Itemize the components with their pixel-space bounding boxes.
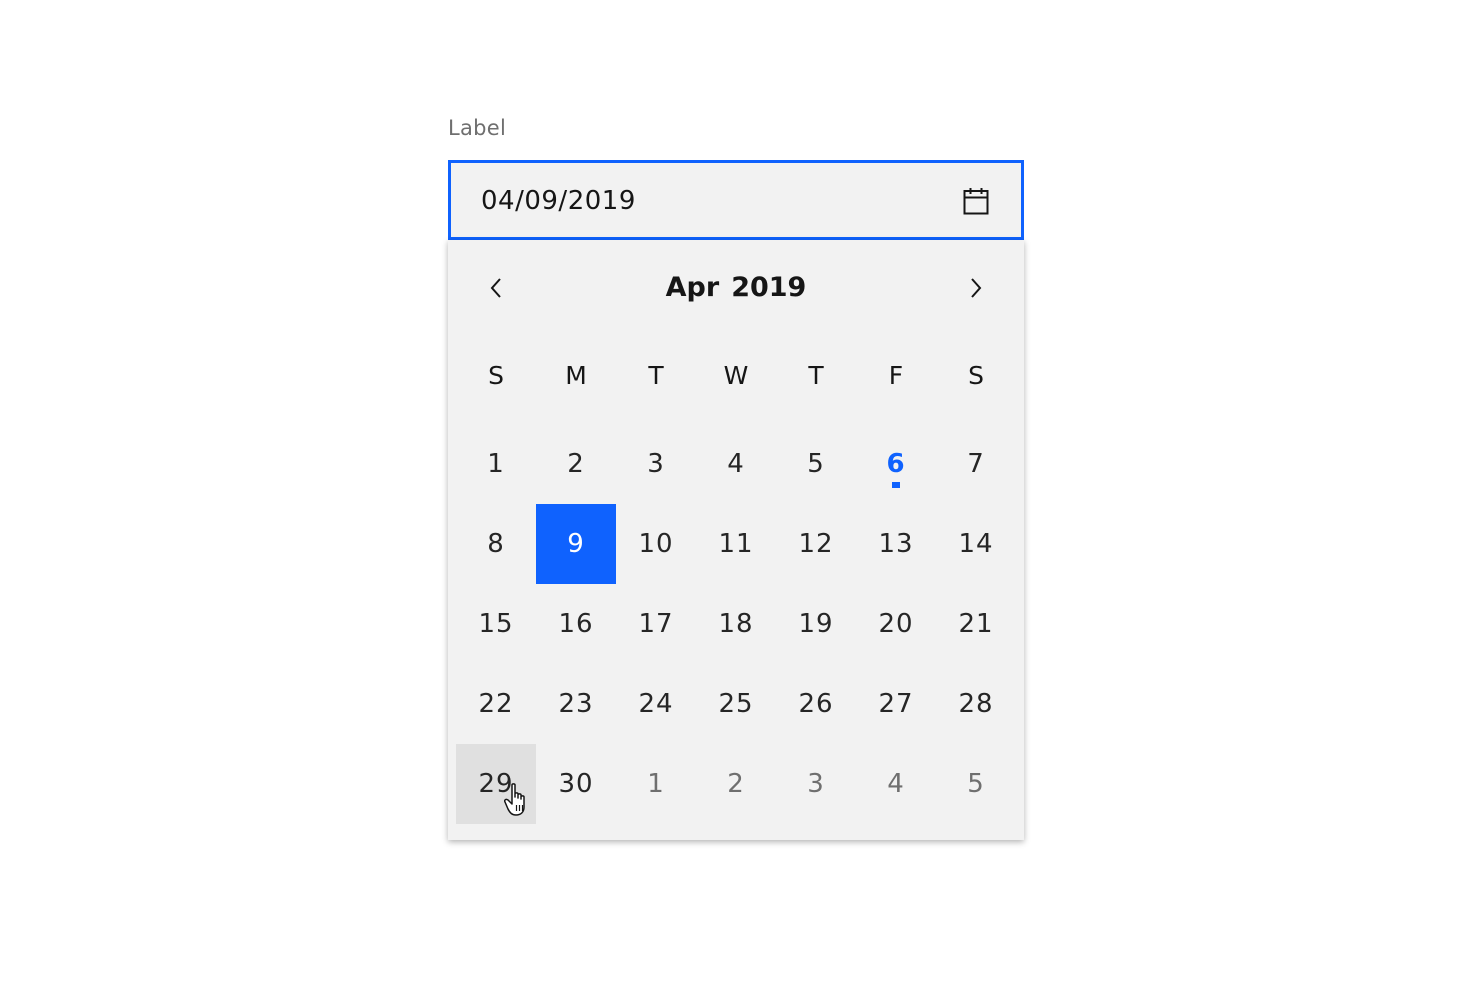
date-picker-label: Label: [448, 116, 507, 140]
weekday-label: M: [565, 361, 587, 390]
day-cell[interactable]: 28: [936, 664, 1016, 744]
day-number: 16: [558, 609, 594, 639]
day-cell-next-month[interactable]: 4: [856, 744, 936, 824]
day-number: 27: [878, 689, 914, 719]
calendar-dropdown: Apr 2019 SMTWTFS 1 2 3 4 5 6 7 8 9 10 11 12 13 14 15 16 1…: [448, 240, 1024, 840]
day-number: 10: [638, 529, 674, 559]
day-number: 19: [798, 609, 834, 639]
weekday-label: T: [808, 361, 824, 390]
day-cell[interactable]: 10: [616, 504, 696, 584]
weekday-label: S: [968, 361, 984, 390]
weekday-label: F: [888, 361, 904, 390]
day-cell-next-month[interactable]: 1: [616, 744, 696, 824]
day-cell[interactable]: 22: [456, 664, 536, 744]
day-cell-hovered[interactable]: 29: [456, 744, 536, 824]
day-cell-next-month[interactable]: 3: [776, 744, 856, 824]
day-cell[interactable]: 18: [696, 584, 776, 664]
day-cell[interactable]: 12: [776, 504, 856, 584]
day-number: 4: [887, 769, 905, 799]
weekday-header-row: SMTWTFS: [456, 354, 1016, 398]
day-cell[interactable]: 20: [856, 584, 936, 664]
day-number: 13: [878, 529, 914, 559]
day-number: 2: [567, 449, 585, 479]
day-cell[interactable]: 1: [456, 424, 536, 504]
day-cell[interactable]: 2: [536, 424, 616, 504]
day-cell[interactable]: 14: [936, 504, 1016, 584]
day-number: 6: [886, 449, 906, 479]
date-input-value[interactable]: 04/09/2019: [481, 186, 636, 216]
day-cell[interactable]: 30: [536, 744, 616, 824]
date-input[interactable]: 04/09/2019: [448, 160, 1024, 240]
day-grid: 1 2 3 4 5 6 7 8 9 10 11 12 13 14 15 16 17 18 19 20 21 22 23 24 2…: [456, 424, 1016, 824]
day-cell[interactable]: 5: [776, 424, 856, 504]
day-number: 5: [807, 449, 825, 479]
day-number: 22: [478, 689, 514, 719]
day-number: 20: [878, 609, 914, 639]
day-number: 1: [647, 769, 665, 799]
day-cell[interactable]: 24: [616, 664, 696, 744]
day-number: 8: [487, 529, 505, 559]
day-number: 3: [647, 449, 665, 479]
day-number: 29: [478, 769, 514, 799]
day-cell[interactable]: 13: [856, 504, 936, 584]
day-cell[interactable]: 8: [456, 504, 536, 584]
day-cell-selected[interactable]: 9: [536, 504, 616, 584]
day-number: 7: [967, 449, 985, 479]
day-cell[interactable]: 7: [936, 424, 1016, 504]
day-cell[interactable]: 15: [456, 584, 536, 664]
day-number: 12: [798, 529, 834, 559]
day-cell[interactable]: 11: [696, 504, 776, 584]
day-cell[interactable]: 16: [536, 584, 616, 664]
day-number: 24: [638, 689, 674, 719]
day-number: 21: [958, 609, 994, 639]
day-number: 1: [487, 449, 505, 479]
day-number: 3: [807, 769, 825, 799]
day-number: 23: [558, 689, 594, 719]
day-number: 15: [478, 609, 514, 639]
day-number: 14: [958, 529, 994, 559]
day-cell[interactable]: 3: [616, 424, 696, 504]
chevron-right-icon: [971, 278, 982, 298]
year-label[interactable]: 2019: [731, 272, 806, 303]
day-number: 5: [967, 769, 985, 799]
day-number: 2: [727, 769, 745, 799]
day-cell[interactable]: 17: [616, 584, 696, 664]
day-cell[interactable]: 23: [536, 664, 616, 744]
day-number: 26: [798, 689, 834, 719]
weekday-label: T: [648, 361, 664, 390]
weekday-label: S: [488, 361, 504, 390]
next-month-button[interactable]: [958, 270, 994, 306]
day-cell-next-month[interactable]: 2: [696, 744, 776, 824]
day-cell[interactable]: 25: [696, 664, 776, 744]
month-year-header: Apr 2019: [448, 270, 1024, 306]
calendar-icon[interactable]: [963, 187, 989, 215]
day-cell[interactable]: 4: [696, 424, 776, 504]
day-number: 30: [558, 769, 594, 799]
day-number: 17: [638, 609, 674, 639]
day-cell[interactable]: 26: [776, 664, 856, 744]
today-indicator: [892, 482, 900, 488]
day-number: 25: [718, 689, 754, 719]
day-cell-today[interactable]: 6: [856, 424, 936, 504]
month-label: Apr: [665, 272, 720, 303]
day-number: 18: [718, 609, 754, 639]
weekday-label: W: [723, 361, 749, 390]
day-number: 28: [958, 689, 994, 719]
day-cell[interactable]: 21: [936, 584, 1016, 664]
day-cell[interactable]: 27: [856, 664, 936, 744]
day-number: 4: [727, 449, 745, 479]
day-cell-next-month[interactable]: 5: [936, 744, 1016, 824]
day-cell[interactable]: 19: [776, 584, 856, 664]
day-number: 9: [567, 529, 585, 559]
day-number: 11: [718, 529, 754, 559]
